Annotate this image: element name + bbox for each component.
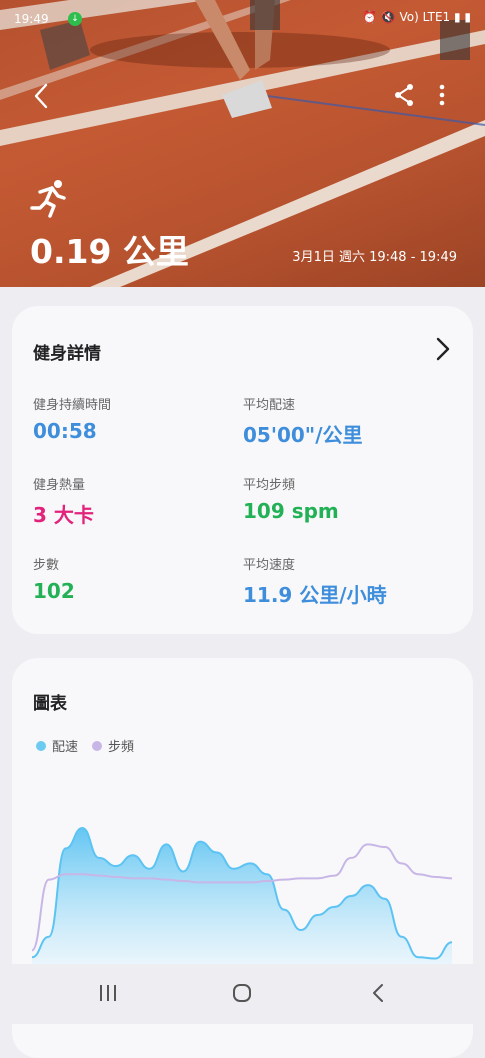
hero-banner: 19:49 ↓ ⏰ 🔇 Vo) LTE1 ▮ ▮ 0.19 公里 3月1日 週六… <box>0 0 485 287</box>
stat-value: 11.9 公里/小時 <box>243 583 387 607</box>
legend-dot-cadence <box>92 740 103 751</box>
workout-date: 3月1日 週六 19:48 - 19:49 <box>292 250 457 265</box>
more-options-icon[interactable] <box>432 82 452 108</box>
stat-avg-pace: 平均配速 05'00"/公里 <box>243 394 363 448</box>
stat-duration: 健身持續時間 00:58 <box>33 394 111 443</box>
stat-value: 102 <box>33 579 75 603</box>
stat-value: 00:58 <box>33 419 97 443</box>
clock: 19:49 <box>14 12 49 26</box>
system-nav-bar <box>0 964 485 1024</box>
details-title: 健身詳情 <box>33 344 101 364</box>
pace-cadence-chart <box>31 826 453 964</box>
stat-label: 平均步頻 <box>243 478 296 493</box>
stat-calories: 健身熱量 3 大卡 <box>33 474 94 528</box>
chart-title: 圖表 <box>33 694 67 714</box>
stat-label: 平均配速 <box>243 398 296 413</box>
running-icon <box>30 180 66 218</box>
chart-legend: 配速 步頻 <box>36 736 134 755</box>
stat-label: 步數 <box>33 558 60 573</box>
stat-avg-speed: 平均速度 11.9 公里/小時 <box>243 554 387 608</box>
home-icon[interactable] <box>231 982 253 1004</box>
legend-label-cadence: 步頻 <box>108 740 135 755</box>
stat-label: 健身持續時間 <box>33 398 112 413</box>
stat-avg-cadence: 平均步頻 109 spm <box>243 474 339 523</box>
stat-steps: 步數 102 <box>33 554 75 603</box>
share-icon[interactable] <box>392 82 416 108</box>
download-icon: ↓ <box>68 12 82 26</box>
legend-label-pace: 配速 <box>52 740 79 755</box>
stat-label: 健身熱量 <box>33 478 86 493</box>
status-bar: 19:49 ↓ ⏰ 🔇 Vo) LTE1 ▮ ▮ <box>14 8 471 30</box>
chevron-right-icon[interactable] <box>433 334 453 364</box>
back-icon[interactable] <box>368 982 390 1004</box>
legend-dot-pace <box>36 740 46 751</box>
stat-label: 平均速度 <box>243 558 296 573</box>
stat-value: 05'00"/公里 <box>243 423 363 447</box>
recents-icon[interactable] <box>97 982 119 1004</box>
back-arrow-icon[interactable] <box>28 80 56 112</box>
distance-value: 0.19 公里 <box>30 232 189 271</box>
stat-value: 3 大卡 <box>33 503 94 527</box>
stat-value: 109 spm <box>243 499 339 523</box>
status-icons: ⏰ 🔇 Vo) LTE1 ▮ ▮ <box>361 10 471 24</box>
workout-details-card[interactable]: 健身詳情 健身持續時間 00:58 平均配速 05'00"/公里 健身熱量 3 … <box>12 306 473 634</box>
